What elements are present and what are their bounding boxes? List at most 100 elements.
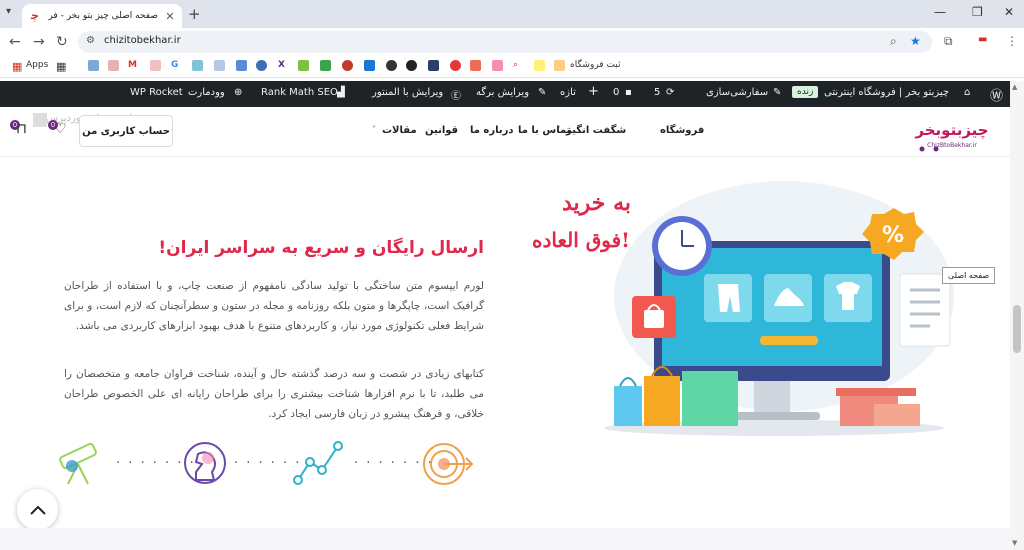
menu-item-about[interactable]: درباره ما <box>470 125 514 136</box>
rank-math-icon: ▟ <box>337 87 345 98</box>
scrollbar-thumb[interactable] <box>1013 305 1021 353</box>
telescope-icon <box>59 442 97 485</box>
menu-item-shop[interactable]: فروشگاه <box>660 125 704 136</box>
profile-icon[interactable]: ▬ <box>978 34 987 45</box>
growth-chart-icon <box>293 441 343 485</box>
wp-site-name[interactable]: چیزبتو بخر | فروشگاه اینترنتی <box>824 87 949 98</box>
menu-item-rules[interactable]: قوانین <box>425 125 458 136</box>
bookmark-icon-13[interactable] <box>406 60 417 71</box>
brush-icon: ✎ <box>773 87 782 98</box>
chevron-up-icon <box>29 505 46 515</box>
bookmark-icon-9[interactable] <box>320 60 331 71</box>
google-icon[interactable]: G <box>171 60 178 70</box>
home-icon: ⌂ <box>964 87 971 98</box>
menu-kebab-icon[interactable]: ⋮ <box>1006 34 1018 48</box>
bookmark-icon-15[interactable] <box>450 60 461 71</box>
plus-icon: + <box>588 84 599 99</box>
bookmark-icon-5[interactable] <box>214 60 225 71</box>
gmail-icon[interactable]: M <box>128 60 137 70</box>
bookmark-store-signup[interactable]: ثبت فروشگاه <box>570 60 621 70</box>
bookmark-icon-8[interactable] <box>298 60 309 71</box>
extensions-icon[interactable]: ⧉ <box>944 34 953 49</box>
shopping-illustration: % <box>604 181 954 436</box>
wp-rank-math[interactable]: Rank Math SEO <box>261 87 338 98</box>
bookmark-icon-3[interactable] <box>150 60 161 71</box>
scroll-down-arrow-icon[interactable]: ▼ <box>1012 539 1017 547</box>
bookmark-icon-6[interactable] <box>236 60 247 71</box>
wp-edit-page[interactable]: ویرایش برگه <box>476 87 529 98</box>
new-tab-button[interactable]: + <box>188 5 201 23</box>
wp-updates-count[interactable]: 5 <box>654 87 660 98</box>
bookmark-icon-10[interactable] <box>342 60 353 71</box>
chevron-down-icon: ˅ <box>372 125 376 134</box>
site-header: چیزبتوبخر ChizBtoBekhar.ir فروشگاه شگفت … <box>0 107 1010 157</box>
bookmark-icon-1[interactable] <box>88 60 99 71</box>
browser-toolbar: ← → ↻ ⚙ chizitobekhar.ir ⌕ ★ ⧉ ▬ ⋮ <box>0 28 1024 56</box>
bookmark-x-icon[interactable]: X <box>278 60 285 70</box>
page-scrollbar[interactable]: ▲ ▼ <box>1010 81 1024 550</box>
bookmark-icon-16[interactable] <box>470 60 481 71</box>
target-icon <box>423 443 474 485</box>
elementor-icon: Ⓔ <box>451 91 461 102</box>
bookmark-star-icon[interactable]: ★ <box>910 34 921 48</box>
tab-search-icon[interactable]: ▾ <box>6 6 11 17</box>
bookmark-icon-12[interactable] <box>386 60 397 71</box>
tab-title: صفحه اصلی چیز بتو بخر - فروشگاه <box>48 11 158 21</box>
wp-woodmart[interactable]: وودمارت <box>188 87 225 98</box>
forward-icon[interactable]: → <box>33 34 45 50</box>
favicon-icon: ﭼ <box>31 9 39 22</box>
section-title: ارسال رایگان و سریع به سراسر ایران! <box>158 238 484 258</box>
bookmark-icon-18[interactable] <box>534 60 545 71</box>
minimize-icon[interactable]: — <box>934 5 946 19</box>
hero-art-line-2: فوق العاده! <box>532 228 630 252</box>
menu-item-amazing[interactable]: شگفت انگیز <box>566 125 626 136</box>
maximize-icon[interactable]: ❐ <box>972 5 983 19</box>
bookmark-icon-7[interactable] <box>256 60 267 71</box>
zoom-icon[interactable]: ⌕ <box>890 34 897 49</box>
scroll-up-arrow-icon[interactable]: ▲ <box>1012 83 1017 91</box>
bookmark-icon-11[interactable] <box>364 60 375 71</box>
paragraph-2: کتابهای زیادی در شصت و سه درصد گذشته حال… <box>64 368 484 420</box>
wp-admin-bar: Ⓦ ⌂ چیزبتو بخر | فروشگاه اینترنتی زنده ✎… <box>0 81 1010 107</box>
close-window-icon[interactable]: ✕ <box>1004 5 1014 19</box>
bookmark-icon-2[interactable] <box>108 60 119 71</box>
pencil-icon: ✎ <box>538 87 547 98</box>
search-bookmark-icon[interactable]: ⌕ <box>513 60 518 70</box>
avatar[interactable] <box>33 113 47 127</box>
next-section-band <box>0 528 1010 550</box>
wp-rocket[interactable]: WP Rocket <box>130 87 183 98</box>
reload-icon[interactable]: ↻ <box>56 34 68 50</box>
close-tab-icon[interactable]: ✕ <box>164 10 176 23</box>
svg-text:%: % <box>882 223 904 248</box>
wp-customize[interactable]: سفارشی‌سازی <box>706 87 768 98</box>
bookmark-apps[interactable]: Apps <box>26 60 48 70</box>
wp-edit-elementor[interactable]: ویرایش با المنتور <box>372 87 443 98</box>
menu-item-articles[interactable]: مقالات <box>382 125 417 136</box>
site-logo[interactable]: چیزبتوبخر ChizBtoBekhar.ir <box>906 113 998 153</box>
logo-text: چیزبتوبخر <box>914 121 988 140</box>
browser-tabstrip: ▾ ﭼ صفحه اصلی چیز بتو بخر - فروشگاه ✕ + … <box>0 0 1024 28</box>
bookmark-icon-17[interactable] <box>492 60 503 71</box>
updates-icon: ⟳ <box>666 87 675 98</box>
bookmark-icon-14[interactable] <box>428 60 439 71</box>
bookmark-icon-4[interactable] <box>192 60 203 71</box>
tooltip: صفحه اصلی <box>942 267 996 284</box>
hero-art-line-1: به خرید <box>562 190 631 216</box>
wordpress-logo-icon[interactable]: Ⓦ <box>990 85 1003 104</box>
wp-new[interactable]: تازه <box>560 87 576 98</box>
address-bar[interactable]: ⚙ chizitobekhar.ir ⌕ ★ <box>78 31 932 53</box>
paragraph-1: لورم ایپسوم متن ساختگی با تولید سادگی نا… <box>64 280 484 332</box>
menu-item-contact[interactable]: تماس با ما <box>518 125 570 136</box>
bookmarks-bar: ▦ Apps ▦ M G X ⌕ ثبت فروشگاه <box>0 56 1024 78</box>
tab-groups-icon[interactable]: ▦ <box>56 60 66 73</box>
site-info-icon[interactable]: ⚙ <box>86 35 95 46</box>
my-account-button[interactable]: حساب کاربری من <box>79 115 173 147</box>
apps-grid-icon: ▦ <box>12 60 23 73</box>
scroll-to-top-button[interactable] <box>17 489 58 530</box>
back-icon[interactable]: ← <box>9 34 21 50</box>
wp-comments-count[interactable]: 0 <box>613 87 619 98</box>
browser-tab[interactable]: ﭼ صفحه اصلی چیز بتو بخر - فروشگاه ✕ <box>22 4 182 28</box>
bookmark-icon-19[interactable] <box>554 60 565 71</box>
url-text[interactable]: chizitobekhar.ir <box>104 35 181 46</box>
chess-knight-icon <box>184 442 226 484</box>
